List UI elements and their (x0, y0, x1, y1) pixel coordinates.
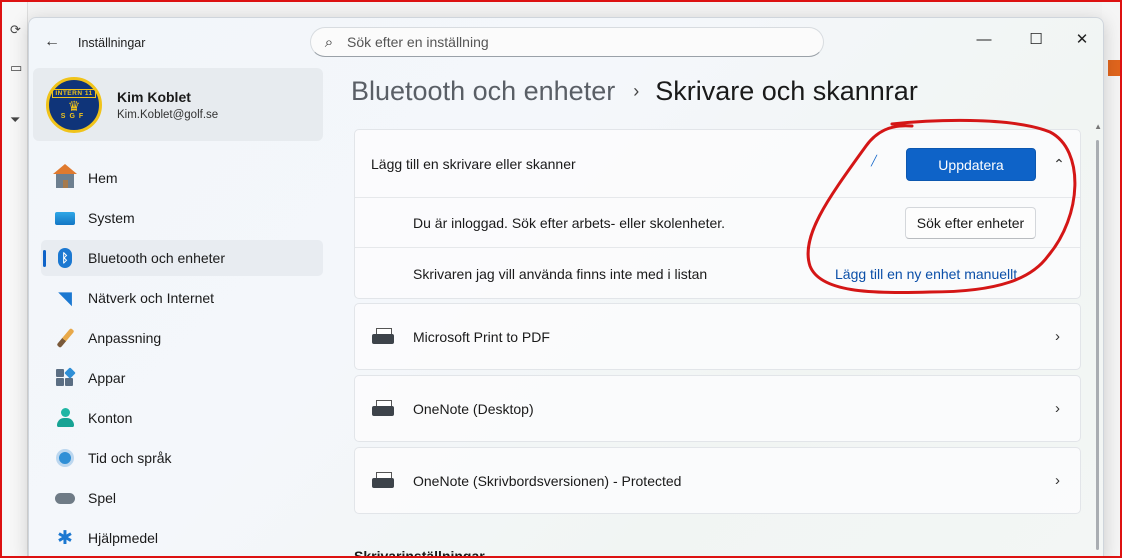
account-icon (56, 408, 74, 428)
sidebar-item-label: Hem (88, 170, 118, 186)
add-printer-title: Lägg till en skrivare eller skanner (371, 155, 576, 172)
page-title: Skrivare och skannrar (655, 76, 918, 106)
printer-item[interactable]: Microsoft Print to PDF › (354, 303, 1081, 370)
app-title: Inställningar (78, 36, 146, 50)
close-icon: ✕ (1075, 31, 1089, 48)
time-language-icon (56, 449, 74, 467)
refresh-icon: ⟳ (10, 22, 21, 37)
add-printer-card: Lägg till en skrivare eller skanner ╱ Up… (354, 129, 1081, 299)
sidebar-item-label: System (88, 210, 135, 226)
printer-not-listed-row: Skrivaren jag vill använda finns inte me… (355, 249, 1080, 299)
sidebar-item-accounts[interactable]: Konton (41, 400, 323, 436)
printer-item[interactable]: OneNote (Skrivbordsversionen) - Protecte… (354, 447, 1081, 514)
sidebar-nav: Hem System ᛒ Bluetooth och enheter ◥ Nät… (41, 160, 323, 557)
printer-name: Microsoft Print to PDF (413, 328, 550, 345)
search-input[interactable] (347, 34, 807, 50)
sidebar-item-gaming[interactable]: Spel (41, 480, 323, 516)
sidebar-item-personalization[interactable]: Anpassning (41, 320, 323, 356)
sidebar-item-apps[interactable]: Appar (41, 360, 323, 396)
avatar: INTERN 11 ♛ SGF (46, 76, 102, 133)
sidebar-item-label: Tid och språk (88, 450, 172, 466)
sidebar-item-bluetooth[interactable]: ᛒ Bluetooth och enheter (41, 240, 323, 276)
user-profile-card[interactable]: INTERN 11 ♛ SGF Kim Koblet Kim.Koblet@go… (33, 68, 323, 141)
profile-name: Kim Koblet (117, 88, 191, 105)
sidebar-item-time-language[interactable]: Tid och språk (41, 440, 323, 476)
printer-name: OneNote (Desktop) (413, 400, 534, 417)
collapse-button[interactable]: ⌃ (1045, 150, 1073, 178)
office-app-icon (1108, 60, 1120, 76)
apps-icon (56, 367, 76, 387)
printer-icon (372, 471, 394, 490)
close-button[interactable]: ✕ (1059, 24, 1103, 54)
breadcrumb: Bluetooth och enheter › Skrivare och ska… (351, 76, 918, 107)
breadcrumb-parent[interactable]: Bluetooth och enheter (351, 76, 615, 107)
loading-spinner-icon: ╱ (871, 156, 878, 167)
wifi-icon: ◥ (58, 288, 72, 308)
add-printer-header[interactable]: Lägg till en skrivare eller skanner ╱ Up… (355, 130, 1080, 198)
sidebar-item-label: Nätverk och Internet (88, 290, 215, 306)
title-bar: ← Inställningar ⌕ — ☐ ✕ (29, 18, 1103, 66)
sidebar-item-accessibility[interactable]: ✱ Hjälpmedel (41, 520, 323, 556)
system-icon (55, 211, 75, 225)
profile-email: Kim.Koblet@golf.se (117, 108, 219, 121)
printer-name: OneNote (Skrivbordsversionen) - Protecte… (413, 472, 682, 489)
crown-icon: ♛ (67, 98, 81, 114)
sidebar-item-label: Anpassning (88, 330, 162, 346)
gaming-icon (55, 492, 75, 504)
sidebar-item-label: Bluetooth och enheter (88, 250, 225, 266)
sidebar-item-label: Konton (88, 410, 133, 426)
work-school-devices-row: Du är inloggad. Sök efter arbets- eller … (355, 198, 1080, 248)
search-icon: ⌕ (324, 33, 334, 51)
brush-icon (56, 327, 74, 349)
maximize-icon: ☐ (1029, 31, 1043, 48)
breadcrumb-separator: › (633, 81, 640, 101)
search-devices-button[interactable]: Sök efter enheter (905, 207, 1036, 239)
back-button[interactable]: ← (39, 30, 65, 54)
filter-icon: ⏷ (10, 112, 21, 127)
chevron-right-icon: › (1055, 400, 1060, 417)
background-app-edge (1102, 0, 1122, 558)
signed-in-text: Du är inloggad. Sök efter arbets- eller … (413, 214, 726, 231)
arrow-left-icon: ← (44, 33, 60, 50)
printer-icon (372, 399, 394, 418)
settings-search[interactable]: ⌕ (310, 27, 824, 57)
accessibility-icon: ✱ (57, 527, 73, 549)
sidebar-item-label: Appar (88, 370, 126, 386)
printer-settings-heading: Skrivarinställningar (354, 548, 485, 558)
home-icon (53, 163, 77, 188)
refresh-button[interactable]: Uppdatera (906, 148, 1036, 181)
scroll-up-arrow-icon[interactable]: ▲ (1094, 122, 1102, 131)
printer-icon (372, 327, 394, 346)
sidebar-item-system[interactable]: System (41, 200, 323, 236)
maximize-button[interactable]: ☐ (1013, 24, 1059, 54)
chevron-up-icon: ⌃ (1053, 155, 1065, 172)
folder-icon: ▭ (10, 60, 23, 75)
sidebar-item-label: Spel (88, 490, 117, 506)
avatar-letters: SGF (60, 113, 88, 120)
add-device-manually-link[interactable]: Lägg till en ny enhet manuellt (835, 266, 1017, 282)
bluetooth-icon: ᛒ (58, 248, 72, 268)
avatar-crest-text: INTERN 11 (52, 89, 96, 98)
sidebar-item-network[interactable]: ◥ Nätverk och Internet (41, 280, 323, 316)
printer-item[interactable]: OneNote (Desktop) › (354, 375, 1081, 442)
chevron-right-icon: › (1055, 472, 1060, 489)
chevron-right-icon: › (1055, 328, 1060, 345)
minimize-icon: — (976, 30, 992, 48)
sidebar-item-hem[interactable]: Hem (41, 160, 323, 196)
scrollbar[interactable] (1096, 140, 1099, 550)
printer-not-listed-text: Skrivaren jag vill använda finns inte me… (413, 266, 708, 282)
minimize-button[interactable]: — (961, 24, 1007, 54)
settings-window: ← Inställningar ⌕ — ☐ ✕ INTERN 11 ♛ SGF … (28, 17, 1104, 558)
background-app-toolbar: ⟳ ▭ ⏷ (0, 0, 28, 558)
sidebar-item-label: Hjälpmedel (88, 530, 159, 546)
